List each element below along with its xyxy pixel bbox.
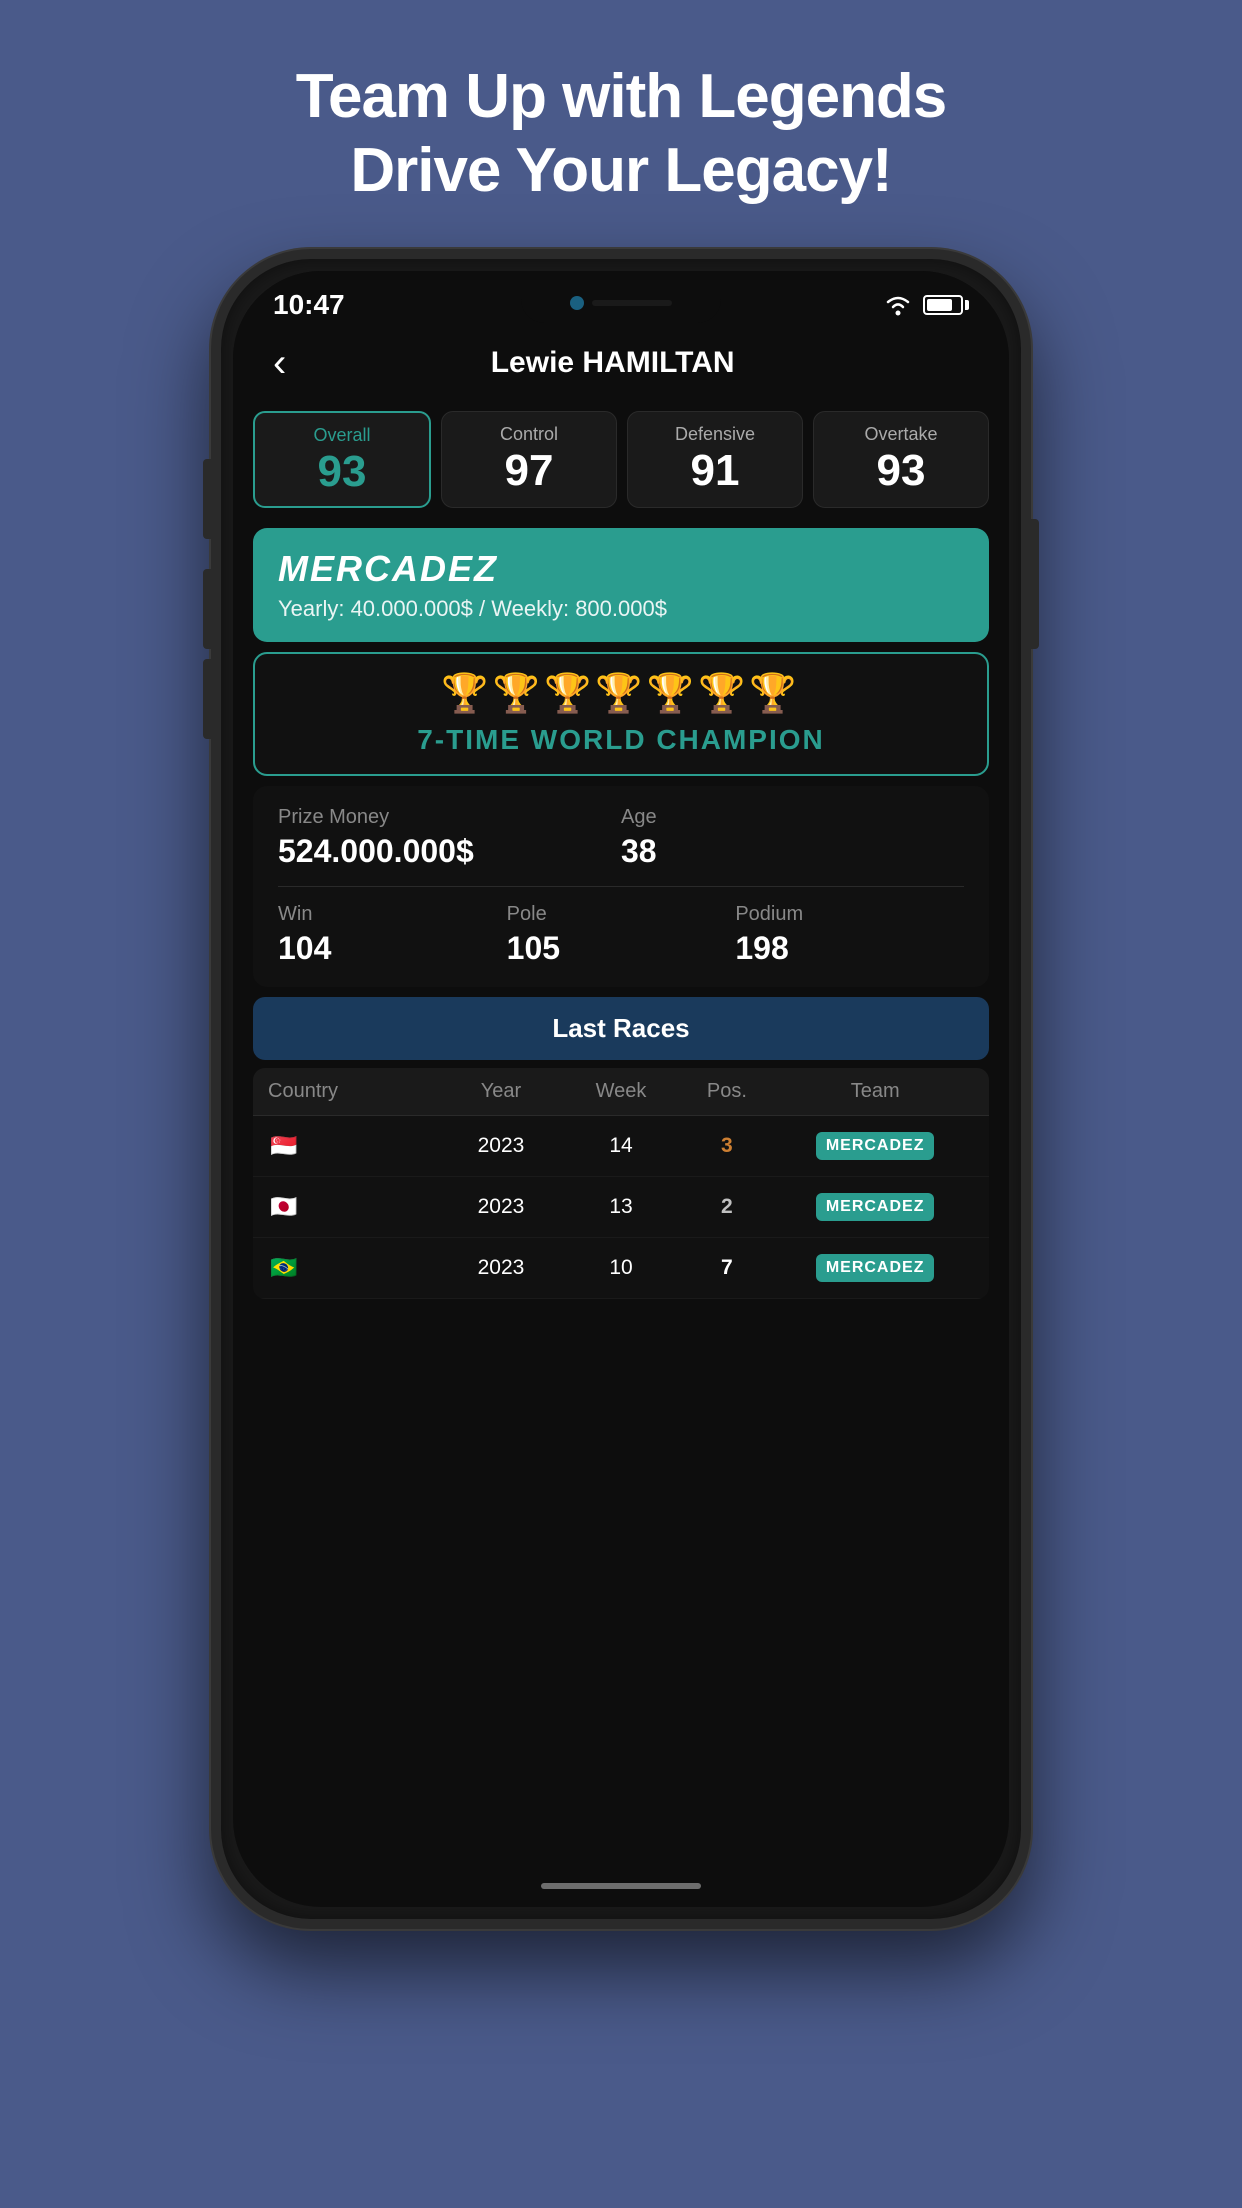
stat-card-control: Control 97 (441, 411, 617, 508)
races-table: Country Year Week Pos. Team 🇸🇬 2023 14 3… (253, 1068, 989, 1299)
row1-year: 2023 (437, 1134, 564, 1158)
status-time: 10:47 (273, 289, 345, 321)
row1-pos: 3 (677, 1134, 776, 1158)
stats-row: Overall 93 Control 97 Defensive 91 Overt… (233, 401, 1009, 518)
col-header-year: Year (437, 1080, 564, 1103)
status-icons (883, 294, 969, 316)
phone-frame: 10:47 (211, 249, 1031, 1929)
team-name: MERCADEZ (278, 548, 964, 590)
pole-value: 105 (507, 930, 736, 967)
team-banner: MERCADEZ Yearly: 40.000.000$ / Weekly: 8… (253, 528, 989, 642)
age-item: Age 38 (621, 806, 964, 870)
phone-device: 10:47 (211, 249, 1031, 1929)
nav-title: Lewie HAMILTAN (296, 346, 929, 380)
flag-jp: 🇯🇵 (268, 1191, 300, 1223)
nav-bar: ‹ Lewie HAMILTAN (233, 331, 1009, 401)
row2-year: 2023 (437, 1195, 564, 1219)
info-divider (278, 886, 964, 887)
podium-item: Podium 198 (735, 903, 964, 967)
stat-card-defensive: Defensive 91 (627, 411, 803, 508)
row2-team: MERCADEZ (776, 1193, 974, 1221)
win-item: Win 104 (278, 903, 507, 967)
row3-pos: 7 (677, 1256, 776, 1280)
speaker-bar (592, 300, 672, 306)
win-value: 104 (278, 930, 507, 967)
header-line1: Team Up with Legends (296, 62, 947, 131)
team-badge-row1: MERCADEZ (816, 1132, 935, 1160)
info-section: Prize Money 524.000.000$ Age 38 Win 104 (253, 786, 989, 987)
status-bar: 10:47 (233, 271, 1009, 331)
row3-flag: 🇧🇷 (268, 1252, 437, 1284)
team-salary: Yearly: 40.000.000$ / Weekly: 800.000$ (278, 596, 964, 622)
prize-money-value: 524.000.000$ (278, 833, 621, 870)
home-indicator (541, 1883, 701, 1889)
info-row-win-pole-podium: Win 104 Pole 105 Podium 198 (278, 903, 964, 967)
champion-text: 7-TIME WORLD CHAMPION (275, 724, 967, 756)
phone-screen: 10:47 (233, 271, 1009, 1907)
table-row: 🇸🇬 2023 14 3 MERCADEZ (253, 1116, 989, 1177)
table-header: Country Year Week Pos. Team (253, 1068, 989, 1116)
info-row-prize-age: Prize Money 524.000.000$ Age 38 (278, 806, 964, 870)
control-value: 97 (452, 449, 606, 493)
row2-pos: 2 (677, 1195, 776, 1219)
stat-card-overall: Overall 93 (253, 411, 431, 508)
age-value: 38 (621, 833, 964, 870)
row3-week: 10 (565, 1256, 678, 1280)
pole-label: Pole (507, 903, 736, 926)
overall-value: 93 (265, 450, 419, 494)
podium-label: Podium (735, 903, 964, 926)
team-badge-row3: MERCADEZ (816, 1254, 935, 1282)
col-header-team: Team (776, 1080, 974, 1103)
flag-br: 🇧🇷 (268, 1252, 300, 1284)
pole-item: Pole 105 (507, 903, 736, 967)
col-header-country: Country (268, 1080, 437, 1103)
wifi-icon (883, 294, 913, 316)
row1-team: MERCADEZ (776, 1132, 974, 1160)
champion-banner: 🏆🏆🏆🏆🏆🏆🏆 7-TIME WORLD CHAMPION (253, 652, 989, 776)
trophies-display: 🏆🏆🏆🏆🏆🏆🏆 (275, 672, 967, 716)
back-button[interactable]: ‹ (263, 341, 296, 386)
row2-week: 13 (565, 1195, 678, 1219)
prize-money-label: Prize Money (278, 806, 621, 829)
defensive-value: 91 (638, 449, 792, 493)
row1-flag: 🇸🇬 (268, 1130, 437, 1162)
camera-dot (570, 296, 584, 310)
last-races-header: Last Races (253, 997, 989, 1060)
defensive-label: Defensive (638, 424, 792, 445)
col-header-pos: Pos. (677, 1080, 776, 1103)
overall-label: Overall (265, 425, 419, 446)
prize-money-item: Prize Money 524.000.000$ (278, 806, 621, 870)
row3-team: MERCADEZ (776, 1254, 974, 1282)
row1-week: 14 (565, 1134, 678, 1158)
table-row: 🇧🇷 2023 10 7 MERCADEZ (253, 1238, 989, 1299)
row2-flag: 🇯🇵 (268, 1191, 437, 1223)
table-row: 🇯🇵 2023 13 2 MERCADEZ (253, 1177, 989, 1238)
battery-icon (923, 295, 969, 315)
stat-card-overtake: Overtake 93 (813, 411, 989, 508)
col-header-week: Week (565, 1080, 678, 1103)
overtake-value: 93 (824, 449, 978, 493)
row3-year: 2023 (437, 1256, 564, 1280)
overtake-label: Overtake (824, 424, 978, 445)
team-badge-row2: MERCADEZ (816, 1193, 935, 1221)
win-label: Win (278, 903, 507, 926)
page-header: Team Up with Legends Drive Your Legacy! (216, 0, 1027, 239)
control-label: Control (452, 424, 606, 445)
notch (521, 283, 721, 323)
podium-value: 198 (735, 930, 964, 967)
flag-sg: 🇸🇬 (268, 1130, 300, 1162)
age-label: Age (621, 806, 964, 829)
header-line2: Drive Your Legacy! (350, 136, 891, 205)
